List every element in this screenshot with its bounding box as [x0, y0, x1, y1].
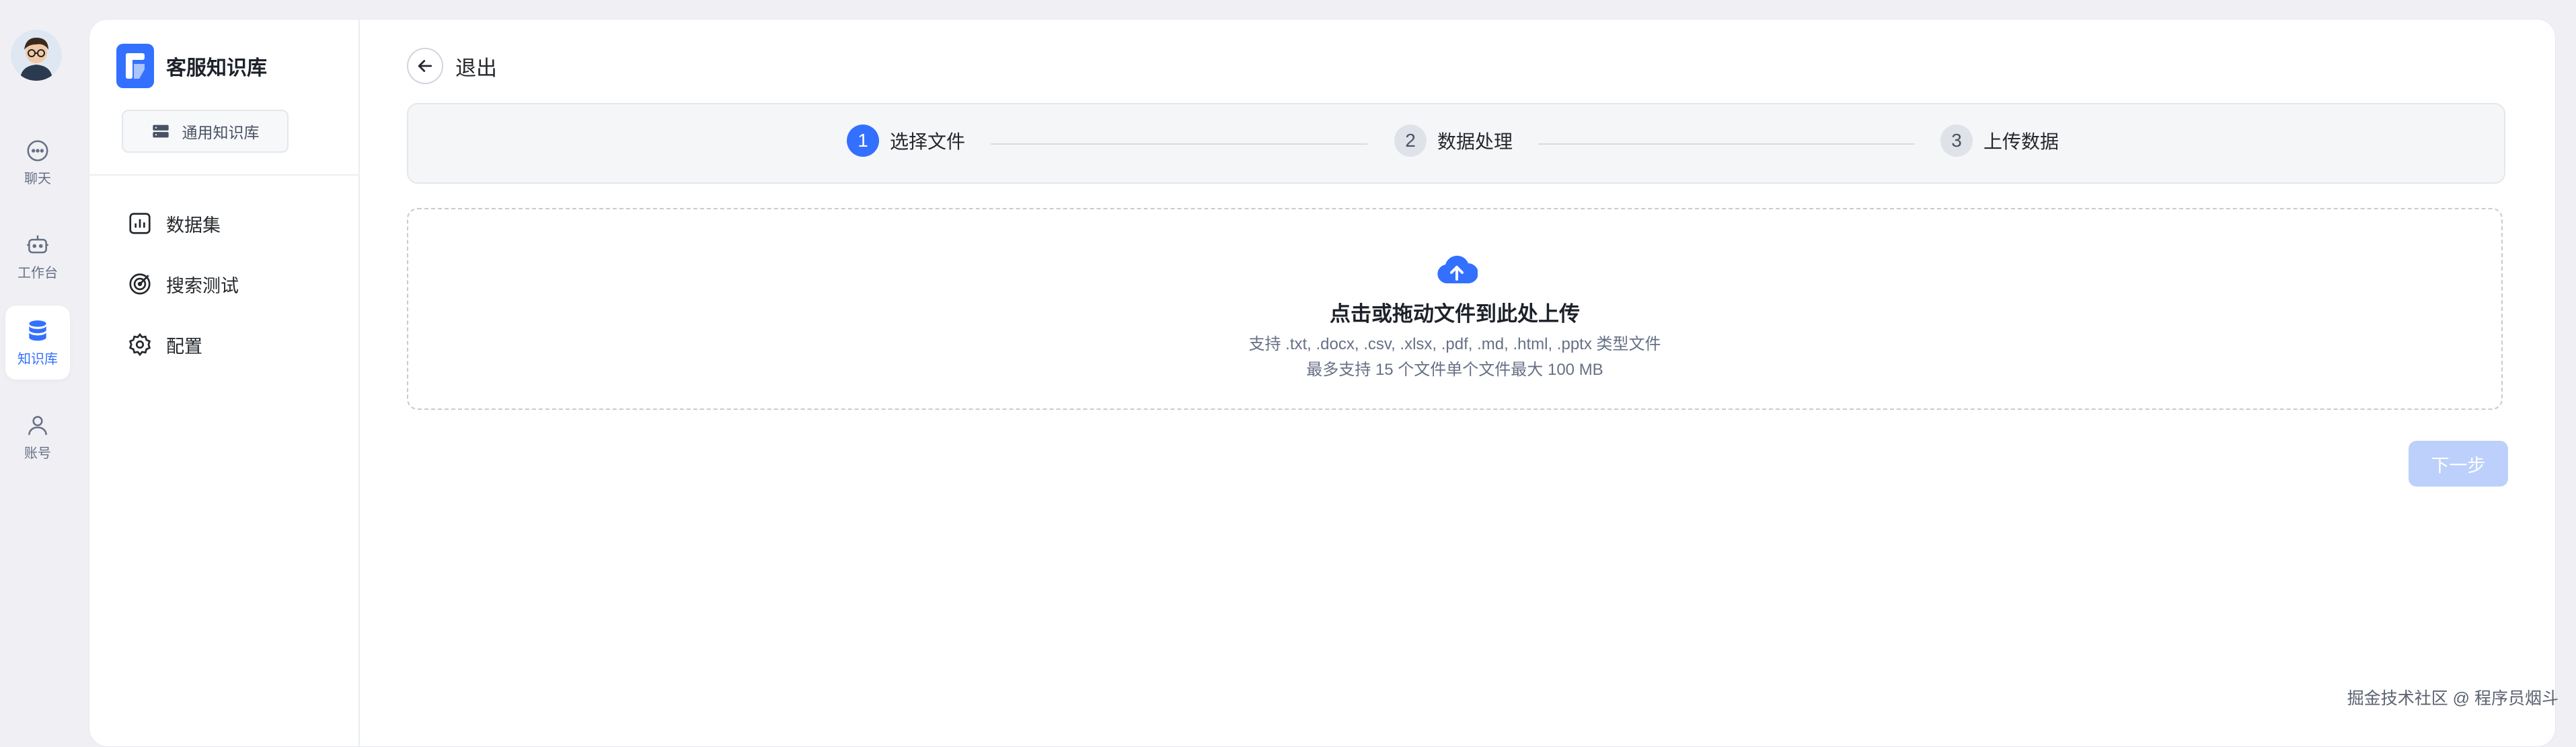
sidebar-item-config[interactable]: 配置 — [127, 321, 342, 368]
robot-icon — [27, 235, 48, 253]
step-process-data: 2 数据处理 — [1394, 124, 1513, 157]
step-label: 上传数据 — [1983, 131, 2059, 152]
rail-item-account[interactable]: 账号 — [5, 400, 70, 474]
sidebar-item-label: 搜索测试 — [166, 275, 239, 296]
sidebar-item-label: 配置 — [166, 336, 202, 357]
step-label: 选择文件 — [890, 131, 966, 152]
exit-label: 退出 — [455, 56, 497, 80]
chat-icon — [27, 139, 48, 162]
step-number: 1 — [847, 124, 879, 157]
cloud-upload-icon — [1437, 256, 1478, 283]
upload-formats: 支持 .txt, .docx, .csv, .xlsx, .pdf, .md, … — [1248, 335, 1661, 353]
watermark: 掘金技术社区 @ 程序员烟斗 — [2347, 689, 2559, 708]
step-select-file: 1 选择文件 — [847, 124, 965, 157]
step-connector — [1538, 143, 1915, 145]
next-button[interactable]: 下一步 — [2409, 441, 2508, 487]
upload-title: 点击或拖动文件到此处上传 — [1330, 302, 1580, 326]
kb-header: 客服知识库 — [116, 44, 267, 88]
content-area: 退出 1 选择文件 2 数据处理 3 上传数据 点击或拖动文件到此处上传 支持 … — [358, 20, 2555, 746]
avatar[interactable] — [11, 30, 62, 81]
rail-label-knowledge: 知识库 — [17, 351, 58, 367]
rail-item-workbench[interactable]: 工作台 — [5, 219, 70, 293]
rail-item-knowledge[interactable]: 知识库 — [5, 306, 70, 380]
kb-logo-icon — [116, 44, 154, 88]
server-icon — [152, 124, 169, 138]
sidebar-item-label: 数据集 — [166, 215, 221, 236]
main-card: 客服知识库 通用知识库 数据集 搜索测试 配置 退出 1 选择文件 2 数据处理… — [89, 19, 2556, 747]
target-icon — [129, 273, 151, 295]
step-number: 2 — [1394, 124, 1427, 157]
kb-sidebar: 客服知识库 通用知识库 数据集 搜索测试 配置 — [89, 20, 360, 746]
step-connector — [991, 143, 1367, 145]
back-button[interactable] — [407, 48, 443, 84]
rail-label-account: 账号 — [24, 446, 51, 461]
step-upload-data: 3 上传数据 — [1940, 124, 2059, 157]
sidebar-item-search-test[interactable]: 搜索测试 — [127, 260, 342, 308]
kb-type-label: 通用知识库 — [182, 124, 260, 141]
arrow-left-icon — [418, 60, 432, 72]
step-number: 3 — [1940, 124, 1973, 157]
exit-link[interactable]: 退出 — [407, 48, 497, 84]
rail-label-workbench: 工作台 — [17, 265, 58, 281]
step-label: 数据处理 — [1437, 131, 1513, 152]
file-dropzone[interactable]: 点击或拖动文件到此处上传 支持 .txt, .docx, .csv, .xlsx… — [407, 208, 2503, 410]
database-icon — [29, 320, 46, 341]
kb-title: 客服知识库 — [166, 57, 267, 79]
user-icon — [28, 415, 47, 435]
kb-type-tag[interactable]: 通用知识库 — [122, 110, 289, 153]
chart-icon — [129, 213, 151, 234]
sidebar-item-dataset[interactable]: 数据集 — [127, 200, 342, 247]
rail-label-chat: 聊天 — [24, 171, 51, 186]
stepper: 1 选择文件 2 数据处理 3 上传数据 — [407, 103, 2505, 184]
upload-limit: 最多支持 15 个文件单个文件最大 100 MB — [1306, 361, 1603, 379]
sidebar-divider — [89, 174, 358, 176]
gear-icon — [128, 332, 151, 357]
rail-item-chat[interactable]: 聊天 — [5, 125, 70, 199]
left-rail: 聊天 工作台 知识库 账号 — [0, 0, 75, 725]
